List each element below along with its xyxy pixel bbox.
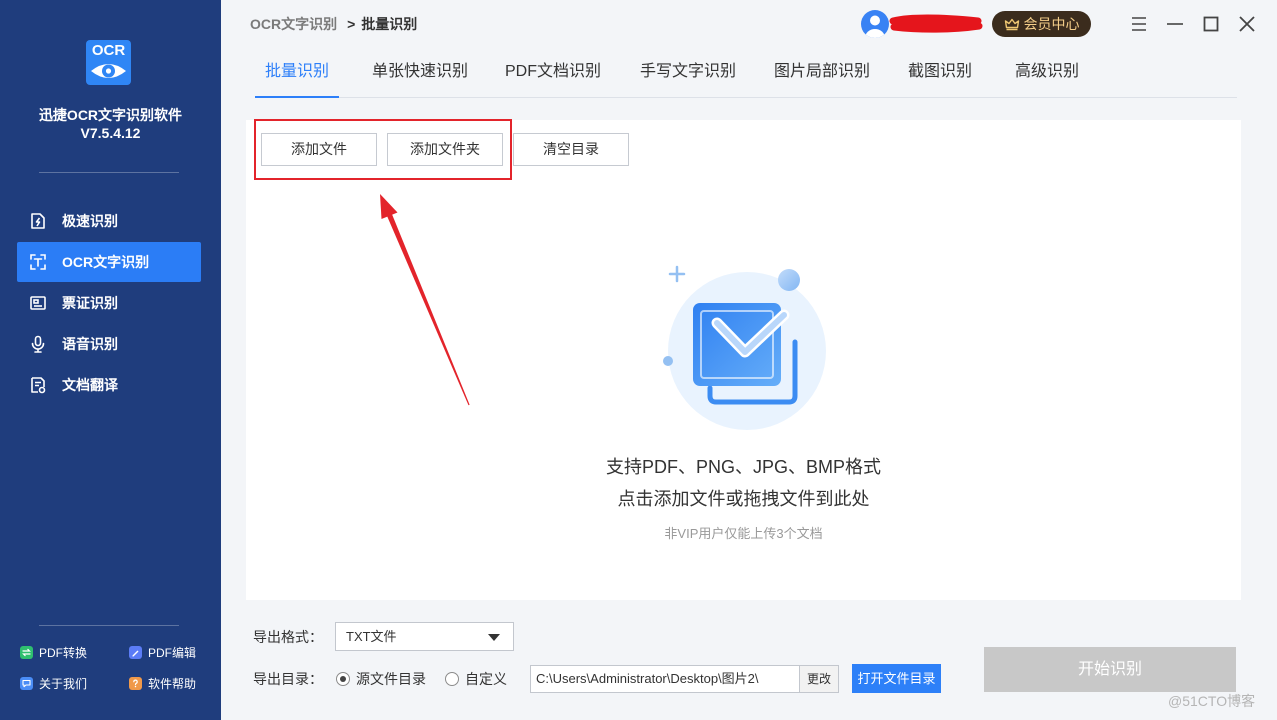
export-format-label: 导出格式：	[253, 629, 323, 645]
sidebar-item-label: 票证识别	[62, 295, 118, 311]
breadcrumb: OCR文字识别 > 批量识别	[250, 15, 417, 33]
text-scan-icon	[30, 254, 46, 270]
radio-source-dir[interactable]: 源文件目录	[336, 670, 431, 688]
id-card-icon	[30, 296, 46, 310]
chevron-down-icon	[488, 634, 500, 641]
about-icon	[20, 677, 33, 690]
translate-doc-icon	[31, 377, 46, 394]
sidebar-item-voice-recognition[interactable]: 语音识别	[17, 324, 201, 364]
minimize-icon[interactable]	[1166, 15, 1184, 33]
drop-hint-text: 点击添加文件或拖拽文件到此处	[617, 489, 870, 509]
tab-single-quick-recognition[interactable]: 单张快速识别	[362, 58, 478, 98]
radio-label: 自定义	[465, 671, 507, 687]
lightning-doc-icon	[31, 213, 45, 229]
export-format-select[interactable]: TXT文件	[335, 622, 514, 651]
sidebar-item-label: OCR文字识别	[62, 254, 150, 270]
radio-button[interactable]	[336, 672, 350, 686]
vip-center-button[interactable]: 会员中心	[992, 11, 1091, 37]
supported-formats-text: 支持PDF、PNG、JPG、BMP格式	[605, 457, 882, 477]
tab-batch-recognition[interactable]: 批量识别	[255, 58, 339, 98]
vip-center-label: 会员中心	[1023, 16, 1080, 32]
tab-image-region-recognition[interactable]: 图片局部识别	[764, 58, 880, 98]
open-folder-button[interactable]: 打开文件目录	[852, 664, 941, 693]
about-us-label: 关于我们	[39, 677, 88, 691]
eye-icon	[91, 64, 126, 78]
output-path-field[interactable]: C:\Users\Administrator\Desktop\图片2\	[530, 665, 800, 693]
pdf-edit-label: PDF编辑	[148, 646, 197, 660]
start-recognition-button[interactable]: 开始识别	[984, 647, 1236, 692]
breadcrumb-separator: >	[347, 16, 356, 32]
sidebar: OCR 迅捷OCR文字识别软件 V7.5.4.12 极速识别 OCR文字识别 票…	[0, 0, 221, 720]
sidebar-item-label: 语音识别	[62, 336, 118, 352]
change-path-button[interactable]: 更改	[799, 665, 839, 693]
app-version: V7.5.4.12	[80, 125, 141, 141]
tab-pdf-recognition[interactable]: PDF文档识别	[495, 58, 611, 98]
pdf-edit-link[interactable]: PDF编辑	[129, 645, 209, 661]
pdf-convert-label: PDF转换	[39, 646, 88, 660]
pdf-convert-icon	[20, 646, 33, 659]
radio-button[interactable]	[445, 672, 459, 686]
help-icon	[129, 677, 142, 690]
sidebar-item-label: 文档翻译	[62, 377, 118, 393]
radio-custom-dir[interactable]: 自定义	[445, 670, 515, 688]
export-dir-label: 导出目录：	[253, 671, 323, 687]
redacted-username	[889, 14, 983, 33]
tab-handwriting-recognition[interactable]: 手写文字识别	[630, 58, 746, 98]
breadcrumb-parent[interactable]: OCR文字识别	[250, 16, 337, 32]
breadcrumb-current: 批量识别	[361, 16, 418, 32]
output-path-value: C:\Users\Administrator\Desktop\图片2\	[536, 671, 759, 686]
crown-icon	[1004, 18, 1019, 31]
menu-icon[interactable]	[1130, 15, 1148, 33]
help-link[interactable]: 软件帮助	[129, 676, 209, 692]
sidebar-item-label: 极速识别	[62, 213, 118, 229]
sidebar-item-doc-translation[interactable]: 文档翻译	[17, 365, 201, 405]
upload-documents-icon	[663, 265, 826, 430]
sidebar-item-fast-recognition[interactable]: 极速识别	[17, 201, 201, 241]
maximize-icon[interactable]	[1202, 15, 1220, 33]
sidebar-divider	[39, 172, 179, 173]
export-format-value: TXT文件	[346, 629, 397, 644]
close-icon[interactable]	[1238, 15, 1256, 33]
about-us-link[interactable]: 关于我们	[20, 676, 100, 692]
clear-list-button[interactable]: 清空目录	[513, 133, 629, 166]
tab-screenshot-recognition[interactable]: 截图识别	[898, 58, 982, 98]
pdf-convert-link[interactable]: PDF转换	[20, 645, 100, 661]
tab-advanced-recognition[interactable]: 高级识别	[1005, 58, 1089, 98]
upload-limit-note: 非VIP用户仅能上传3个文档	[664, 526, 823, 541]
annotation-highlight-box	[254, 119, 512, 180]
sidebar-divider	[39, 625, 179, 626]
annotation-arrow	[380, 194, 470, 406]
watermark: @51CTO博客	[1168, 693, 1256, 709]
microphone-icon	[31, 335, 45, 353]
logo-text: OCR	[91, 42, 126, 59]
help-label: 软件帮助	[148, 677, 197, 691]
radio-label: 源文件目录	[356, 671, 426, 687]
pdf-edit-icon	[129, 646, 142, 659]
sidebar-item-ticket-recognition[interactable]: 票证识别	[17, 283, 201, 323]
app-name: 迅捷OCR文字识别软件	[38, 107, 183, 123]
app-logo: OCR	[86, 40, 131, 85]
sidebar-item-ocr-recognition[interactable]: OCR文字识别	[17, 242, 201, 282]
